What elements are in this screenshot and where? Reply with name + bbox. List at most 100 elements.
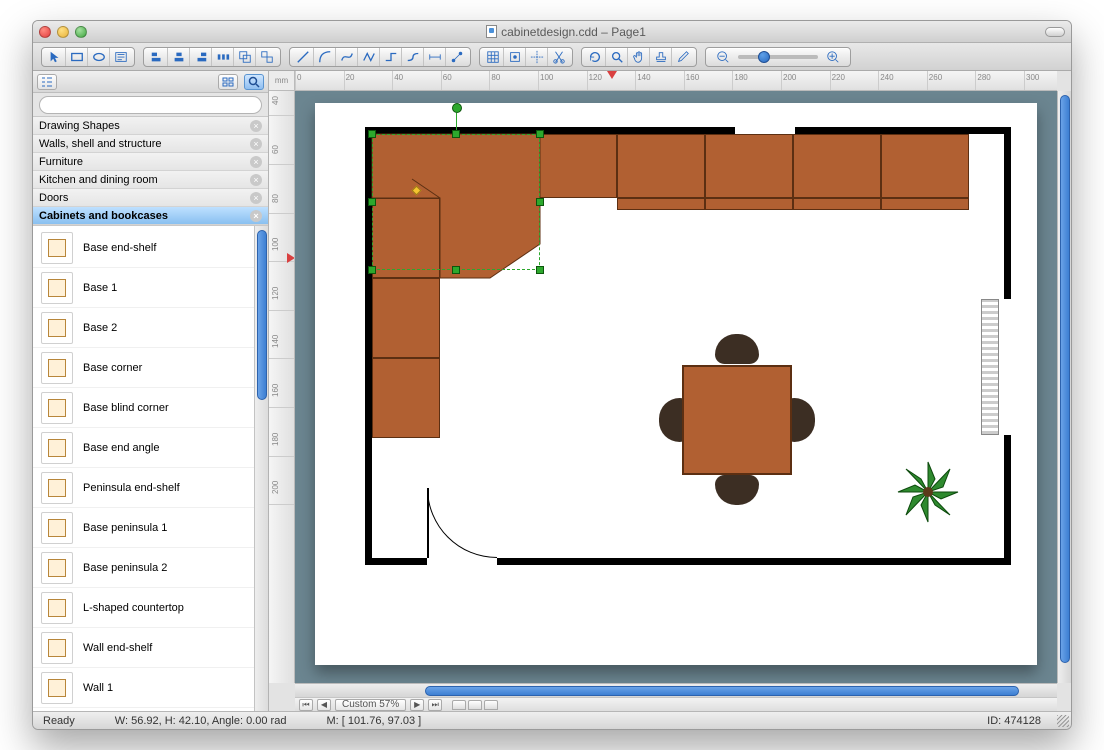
category-item[interactable]: Drawing Shapes× xyxy=(33,117,268,135)
dimension-tool-button[interactable] xyxy=(424,48,446,66)
shape-item[interactable]: Wall end-shelf xyxy=(33,628,268,668)
cabinet-top-2b[interactable] xyxy=(617,198,705,210)
zoom-in-button[interactable] xyxy=(822,48,844,66)
radiator[interactable] xyxy=(981,299,999,435)
connector-tool-button[interactable] xyxy=(446,48,468,66)
cabinet-top-4[interactable] xyxy=(793,134,881,198)
sidebar-scrollbar[interactable] xyxy=(254,226,268,711)
minimize-window-button[interactable] xyxy=(57,26,69,38)
cut-button[interactable] xyxy=(548,48,570,66)
wall-left[interactable] xyxy=(365,127,372,565)
snap-guide-button[interactable] xyxy=(526,48,548,66)
v-scrollbar-thumb[interactable] xyxy=(1060,95,1070,663)
category-item[interactable]: Walls, shell and structure× xyxy=(33,135,268,153)
shape-item[interactable]: Base peninsula 2 xyxy=(33,548,268,588)
sidebar-scrollbar-thumb[interactable] xyxy=(257,230,267,400)
category-close-icon[interactable]: × xyxy=(250,174,262,186)
align-right-button[interactable] xyxy=(190,48,212,66)
page-tab-2[interactable] xyxy=(468,700,482,710)
resize-handle-se[interactable] xyxy=(536,266,544,274)
close-window-button[interactable] xyxy=(39,26,51,38)
search-input[interactable] xyxy=(39,96,262,114)
ellipse-tool-button[interactable] xyxy=(88,48,110,66)
category-close-icon[interactable]: × xyxy=(250,210,262,222)
pointer-tool-button[interactable] xyxy=(44,48,66,66)
connector-curved-button[interactable] xyxy=(402,48,424,66)
resize-handle-w[interactable] xyxy=(368,198,376,206)
group-button[interactable] xyxy=(234,48,256,66)
zoom-out-button[interactable] xyxy=(712,48,734,66)
shape-item[interactable]: Base 2 xyxy=(33,308,268,348)
library-search-button[interactable] xyxy=(244,74,264,90)
resize-grip[interactable] xyxy=(1057,715,1069,727)
page-tab-1[interactable] xyxy=(452,700,466,710)
wall-top[interactable] xyxy=(365,127,1011,134)
cabinet-top-5b[interactable] xyxy=(881,198,969,210)
prev-page-button[interactable]: ◀ xyxy=(317,699,331,711)
shape-item[interactable]: Wall 1 xyxy=(33,668,268,708)
category-item[interactable]: Kitchen and dining room× xyxy=(33,171,268,189)
door-opening[interactable] xyxy=(427,558,497,565)
distribute-h-button[interactable] xyxy=(212,48,234,66)
plant[interactable] xyxy=(895,459,961,525)
shape-item[interactable]: Base peninsula 1 xyxy=(33,508,268,548)
page-tab-3[interactable] xyxy=(484,700,498,710)
chair-bottom[interactable] xyxy=(715,475,759,505)
text-tool-button[interactable] xyxy=(110,48,132,66)
dining-table[interactable] xyxy=(682,365,792,475)
cabinet-top-5[interactable] xyxy=(881,134,969,198)
shape-item[interactable]: L-shaped countertop xyxy=(33,588,268,628)
horizontal-ruler[interactable]: 0204060801001201401601802002202402602803… xyxy=(295,71,1057,91)
shape-item[interactable]: Base blind corner xyxy=(33,388,268,428)
cabinet-left-3[interactable] xyxy=(372,358,440,438)
category-item[interactable]: Cabinets and bookcases× xyxy=(33,207,268,225)
vertical-scrollbar[interactable] xyxy=(1057,91,1071,683)
window-right[interactable] xyxy=(1004,297,1011,437)
last-page-button[interactable]: ⏭ xyxy=(428,699,442,711)
refresh-button[interactable] xyxy=(584,48,606,66)
shape-item[interactable]: Base end-shelf xyxy=(33,228,268,268)
zoom-window-button[interactable] xyxy=(75,26,87,38)
shape-item[interactable]: Base corner xyxy=(33,348,268,388)
door-swing[interactable] xyxy=(427,488,497,558)
connector-right-angle-button[interactable] xyxy=(380,48,402,66)
wall-opening-top[interactable] xyxy=(735,127,795,134)
zoom-level-dropdown[interactable]: Custom 57% xyxy=(335,699,406,711)
cabinet-top-2[interactable] xyxy=(617,134,705,198)
h-scrollbar-thumb[interactable] xyxy=(425,686,1019,696)
resize-handle-ne[interactable] xyxy=(536,130,544,138)
library-grid-view-button[interactable] xyxy=(218,74,238,90)
polyline-tool-button[interactable] xyxy=(358,48,380,66)
eyedropper-tool-button[interactable] xyxy=(672,48,694,66)
cabinet-left-2[interactable] xyxy=(372,278,440,358)
align-center-button[interactable] xyxy=(168,48,190,66)
chair-top[interactable] xyxy=(715,334,759,364)
shape-item[interactable]: Base 1 xyxy=(33,268,268,308)
cabinet-top-4b[interactable] xyxy=(793,198,881,210)
align-left-button[interactable] xyxy=(146,48,168,66)
zoom-slider-knob[interactable] xyxy=(758,51,770,63)
next-page-button[interactable]: ▶ xyxy=(410,699,424,711)
horizontal-scrollbar[interactable] xyxy=(295,683,1057,697)
canvas-viewport[interactable] xyxy=(295,91,1057,683)
shape-item[interactable]: Base end angle xyxy=(33,428,268,468)
selected-cabinet[interactable] xyxy=(372,134,552,278)
vertical-ruler[interactable]: 406080100120140160180200 xyxy=(269,91,295,683)
arc-tool-button[interactable] xyxy=(314,48,336,66)
zoom-slider[interactable] xyxy=(738,55,818,59)
resize-handle-sw[interactable] xyxy=(368,266,376,274)
ungroup-button[interactable] xyxy=(256,48,278,66)
first-page-button[interactable]: ⏮ xyxy=(299,699,313,711)
door-leaf[interactable] xyxy=(427,488,429,558)
resize-handle-s[interactable] xyxy=(452,266,460,274)
rectangle-tool-button[interactable] xyxy=(66,48,88,66)
titlebar-pill-button[interactable] xyxy=(1045,27,1065,37)
rotate-handle[interactable] xyxy=(452,103,462,113)
shape-item[interactable]: Peninsula end-shelf xyxy=(33,468,268,508)
line-tool-button[interactable] xyxy=(292,48,314,66)
snap-object-button[interactable] xyxy=(504,48,526,66)
resize-handle-nw[interactable] xyxy=(368,130,376,138)
cabinet-top-3b[interactable] xyxy=(705,198,793,210)
library-tree-view-button[interactable] xyxy=(37,74,57,90)
zoom-tool-button[interactable] xyxy=(606,48,628,66)
